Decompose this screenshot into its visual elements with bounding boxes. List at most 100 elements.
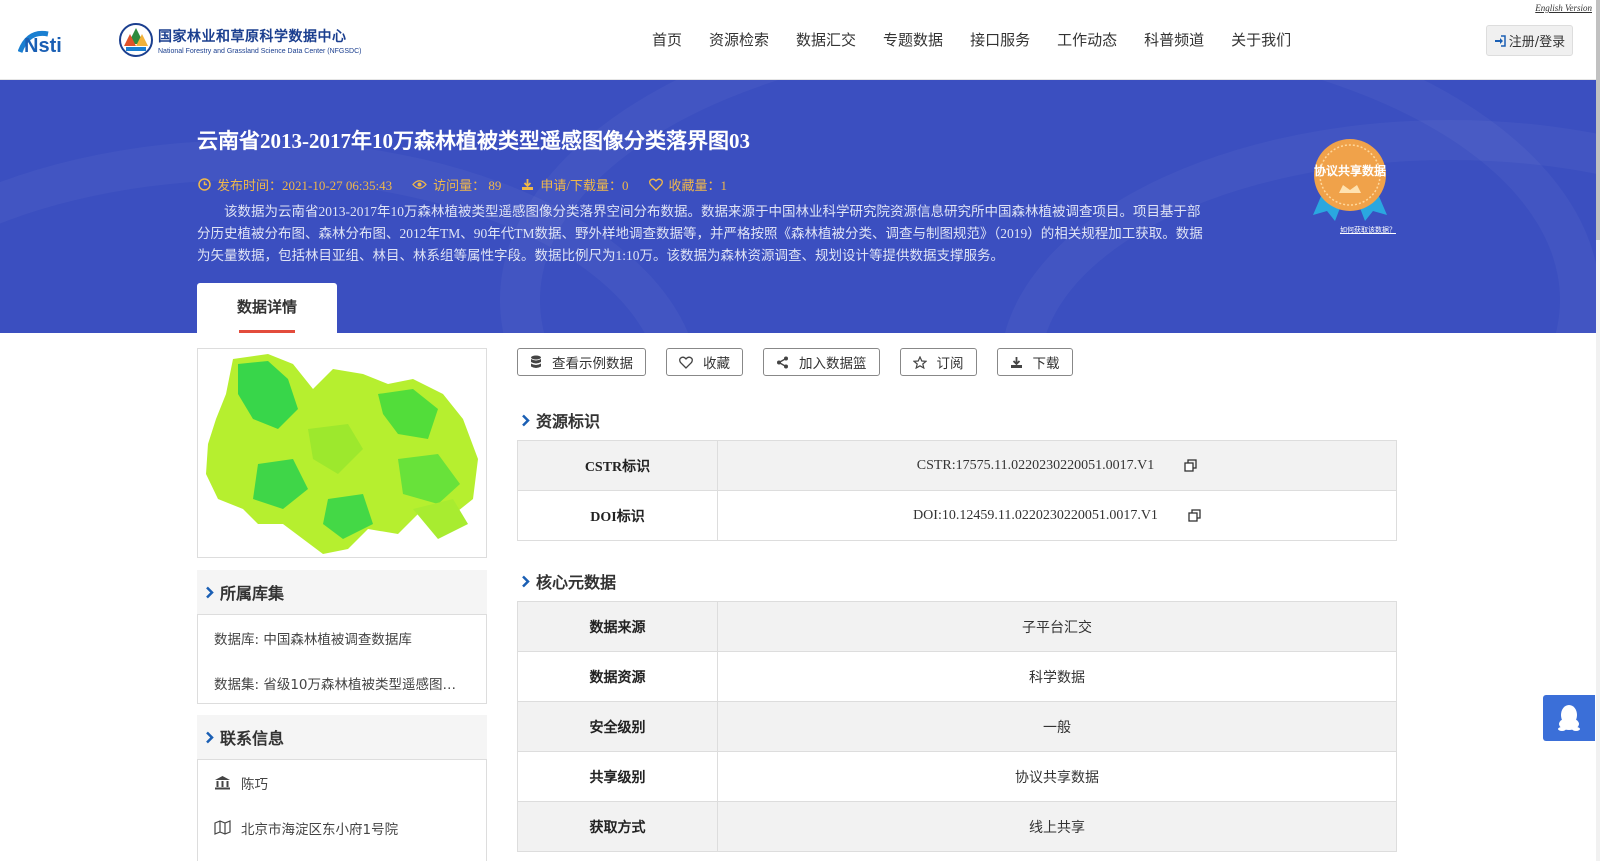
table-value: 协议共享数据 [1015, 769, 1099, 786]
identifiers-title: 资源标识 [536, 412, 601, 431]
table-row: 数据资源 科学数据 [517, 652, 1397, 702]
clock-icon [198, 178, 211, 191]
core-metadata-title: 核心元数据 [536, 573, 617, 592]
table-key: 数据资源 [518, 652, 718, 701]
qq-icon [1558, 705, 1580, 731]
identifiers-table: CSTR标识 CSTR:17575.11.0220230220051.0017.… [517, 440, 1397, 541]
favorite-label: 收藏 [703, 356, 730, 372]
nav-item-submit[interactable]: 数据汇交 [796, 29, 856, 50]
dataset-thumbnail [197, 348, 487, 558]
table-key: DOI标识 [518, 491, 718, 540]
view-sample-button[interactable]: 查看示例数据 [517, 348, 646, 376]
site-header: Nsti 国家林业和草原科学数据中心 National Forestry and… [0, 0, 1600, 80]
page-scrollbar[interactable] [1596, 0, 1600, 861]
table-value: 一般 [1043, 719, 1071, 736]
view-sample-label: 查看示例数据 [552, 356, 633, 372]
favorite-button[interactable]: 收藏 [666, 348, 743, 376]
svg-text:Nsti: Nsti [24, 35, 62, 57]
table-key: 共享级别 [518, 752, 718, 801]
dataset-title: 云南省2013-2017年10万森林植被类型遥感图像分类落界图03 [197, 129, 750, 153]
table-row: 安全级别 一般 [517, 702, 1397, 752]
nav-item-search[interactable]: 资源检索 [709, 29, 769, 50]
table-row: 获取方式 线上共享 [517, 802, 1397, 852]
database-link[interactable]: 数据库: 中国森林植被调查数据库 [198, 615, 486, 660]
share-icon [777, 356, 788, 368]
institution-icon [215, 776, 230, 790]
subscribe-button[interactable]: 订阅 [899, 348, 977, 376]
heart-icon [679, 356, 693, 369]
table-key: 获取方式 [518, 802, 718, 851]
logo-cn-name: 国家林业和草原科学数据中心 [158, 29, 347, 45]
chevron-right-icon [206, 731, 214, 743]
star-icon [912, 355, 927, 369]
qq-contact-button[interactable] [1543, 695, 1595, 741]
contact-name: 陈巧 [241, 776, 268, 793]
dataset-banner: 云南省2013-2017年10万森林植被类型遥感图像分类落界图03 发布时间：2… [0, 80, 1596, 333]
copy-icon[interactable] [1184, 459, 1197, 472]
visit-count: 访问量： 89 [412, 175, 501, 194]
contact-name-row: 陈巧 [198, 760, 486, 805]
tab-data-detail-label: 数据详情 [236, 298, 297, 316]
publish-time-text: 发布时间：2021-10-27 06:35:43 [217, 178, 393, 193]
yunnan-map-image [206, 354, 478, 554]
nav-item-home[interactable]: 首页 [652, 29, 682, 50]
collection-section-header: 所属库集 [197, 570, 487, 614]
tab-data-detail[interactable]: 数据详情 [197, 283, 337, 333]
nav-item-about[interactable]: 关于我们 [1231, 29, 1291, 50]
logo-text: 国家林业和草原科学数据中心 National Forestry and Gras… [158, 26, 361, 55]
contact-address-row: 北京市海淀区东小府1号院 [198, 805, 486, 850]
main-nav: 首页 资源检索 数据汇交 专题数据 接口服务 工作动态 科普频道 关于我们 [652, 29, 1318, 50]
table-key: CSTR标识 [518, 441, 718, 490]
cstr-value: CSTR:17575.11.0220230220051.0017.V1 [916, 457, 1155, 473]
identifiers-section-header: 资源标识 [521, 408, 600, 432]
table-key: 数据来源 [518, 602, 718, 651]
badge-label: 协议共享数据 [1313, 164, 1386, 178]
nav-item-topics[interactable]: 专题数据 [883, 29, 943, 50]
action-toolbar: 查看示例数据 收藏 加入数据篮 订阅 下载 [517, 348, 1093, 376]
chevron-right-icon [206, 586, 214, 598]
english-version-link[interactable]: English Version [1535, 3, 1592, 13]
database-icon [531, 355, 541, 368]
favorite-count-text: 收藏量：1 [668, 178, 728, 193]
subscribe-label: 订阅 [936, 356, 964, 372]
chevron-right-icon [522, 575, 530, 587]
publish-time: 发布时间：2021-10-27 06:35:43 [198, 175, 392, 194]
table-row: 数据来源 子平台汇交 [517, 602, 1397, 652]
favorite-count: 收藏量：1 [648, 175, 728, 194]
table-row: DOI标识 DOI:10.12459.11.0220230220051.0017… [517, 491, 1397, 541]
core-metadata-table: 数据来源 子平台汇交 数据资源 科学数据 安全级别 一般 共享级别 协议共享数据… [517, 601, 1397, 852]
download-count-text: 申请/下载量：0 [540, 178, 629, 193]
table-value: 子平台汇交 [1022, 619, 1092, 636]
logo-en-name: National Forestry and Grassland Science … [158, 48, 362, 55]
add-to-basket-label: 加入数据篮 [799, 356, 867, 372]
login-label: 注册/登录 [1508, 35, 1566, 50]
map-icon [214, 820, 231, 835]
nav-item-api[interactable]: 接口服务 [970, 29, 1030, 50]
share-badge-icon [1313, 139, 1387, 221]
table-value: DOI:10.12459.11.0220230220051.0017.V1 [718, 491, 1396, 540]
login-button[interactable]: 注册/登录 [1486, 25, 1573, 56]
nsti-logo[interactable]: Nsti [18, 22, 98, 58]
dataset-meta: 发布时间：2021-10-27 06:35:43 访问量： 89 申请/下载量：… [198, 175, 747, 194]
nav-item-science[interactable]: 科普频道 [1144, 29, 1204, 50]
sign-in-icon [1494, 34, 1506, 47]
contact-title: 联系信息 [220, 729, 285, 748]
download-icon [1010, 356, 1022, 368]
collection-title: 所属库集 [220, 584, 285, 603]
how-to-get-data-link[interactable]: 如何获取该数据？ [1340, 225, 1396, 235]
nfgsdc-logo-icon[interactable] [118, 22, 154, 58]
nav-item-news[interactable]: 工作动态 [1057, 29, 1117, 50]
copy-icon[interactable] [1188, 509, 1201, 522]
chevron-right-icon [522, 414, 530, 426]
table-key: 安全级别 [518, 702, 718, 751]
dataset-link[interactable]: 数据集: 省级10万森林植被类型遥感图… [198, 660, 486, 705]
visit-count-text: 访问量： 89 [433, 178, 502, 193]
table-row: 共享级别 协议共享数据 [517, 752, 1397, 802]
scrollbar-thumb[interactable] [1596, 0, 1600, 240]
contact-section-header: 联系信息 [197, 715, 487, 759]
eye-icon [412, 180, 428, 189]
add-to-basket-button[interactable]: 加入数据篮 [763, 348, 880, 376]
download-label: 下载 [1032, 356, 1060, 372]
contact-address: 北京市海淀区东小府1号院 [241, 821, 399, 838]
download-button[interactable]: 下载 [996, 348, 1073, 376]
